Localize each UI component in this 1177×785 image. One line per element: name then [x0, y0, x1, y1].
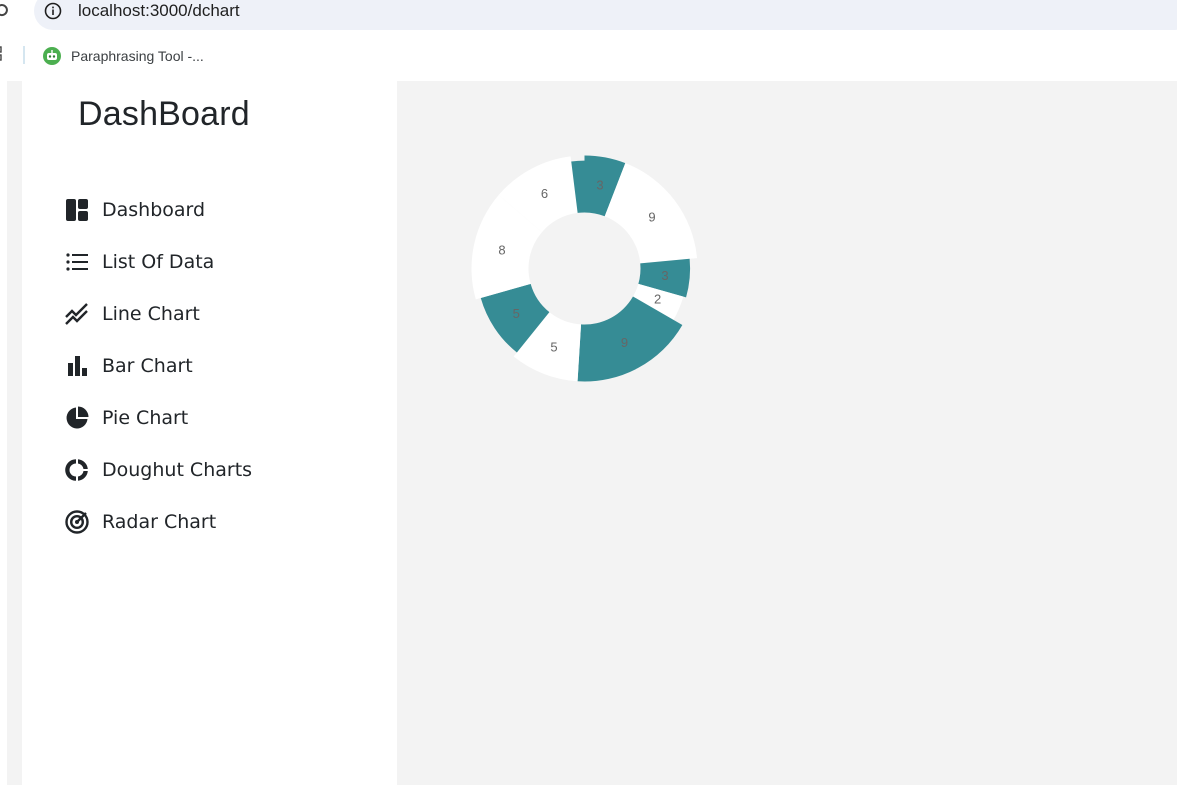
list-icon [64, 249, 90, 275]
brand-title: DashBoard [78, 95, 250, 133]
dashboard-icon [64, 197, 90, 223]
site-info-icon[interactable] [44, 2, 62, 20]
sidebar-item-label: Bar Chart [102, 355, 193, 377]
robot-favicon-icon [43, 47, 61, 65]
pie-chart-icon [64, 405, 90, 431]
radar-chart-icon [64, 509, 90, 535]
bookmarks-bar: Paraphrasing Tool -... [0, 36, 1177, 76]
reload-icon[interactable] [0, 2, 9, 20]
bookmark-paraphrasing-tool[interactable]: Paraphrasing Tool -... [42, 45, 204, 67]
slice-value-label: 8 [498, 242, 505, 257]
browser-address-bar: localhost:3000/dchart [0, 0, 1177, 30]
slice-value-label: 3 [596, 177, 603, 192]
bar-chart-icon [64, 353, 90, 379]
apps-grid-icon[interactable] [0, 46, 6, 62]
doughnut-chart-icon [64, 457, 90, 483]
slice-value-label: 2 [654, 291, 661, 306]
sidebar-nav: Dashboard List Of Data Line Chart Bar Ch… [64, 184, 252, 548]
sidebar-item-line-chart[interactable]: Line Chart [64, 288, 252, 340]
sidebar-item-label: Doughut Charts [102, 459, 253, 481]
sidebar-item-radar-chart[interactable]: Radar Chart [64, 496, 252, 548]
sidebar-item-pie-chart[interactable]: Pie Chart [64, 392, 252, 444]
sidebar-item-label: Line Chart [102, 303, 200, 325]
line-chart-icon [64, 301, 90, 327]
left-gutter [0, 81, 7, 785]
sidebar-item-label: List Of Data [102, 251, 215, 273]
url-text[interactable]: localhost:3000/dchart [78, 0, 240, 22]
slice-value-label: 3 [661, 268, 668, 283]
slice-value-label: 6 [541, 186, 548, 201]
bookmark-separator [23, 46, 25, 64]
sidebar-item-doughnut-charts[interactable]: Doughut Charts [64, 444, 252, 496]
slice-value-label: 5 [550, 339, 557, 354]
app-page: DashBoard Dashboard List Of Data Line Ch… [0, 81, 1177, 785]
sidebar-item-label: Dashboard [102, 199, 206, 221]
slice-value-label: 9 [621, 335, 628, 350]
doughnut-chart: 393295586 [467, 151, 702, 386]
sidebar-item-label: Pie Chart [102, 407, 189, 429]
sidebar-item-dashboard[interactable]: Dashboard [64, 184, 252, 236]
sidebar-item-list-of-data[interactable]: List Of Data [64, 236, 252, 288]
doughnut-chart-svg: 393295586 [471, 155, 698, 382]
slice-value-label: 9 [648, 210, 655, 225]
slice-value-label: 5 [513, 306, 520, 321]
sidebar-item-bar-chart[interactable]: Bar Chart [64, 340, 252, 392]
sidebar-item-label: Radar Chart [102, 511, 217, 533]
main-content: 393295586 [397, 81, 1177, 785]
sidebar: DashBoard Dashboard List Of Data Line Ch… [22, 81, 397, 785]
bookmark-label: Paraphrasing Tool -... [71, 48, 204, 64]
